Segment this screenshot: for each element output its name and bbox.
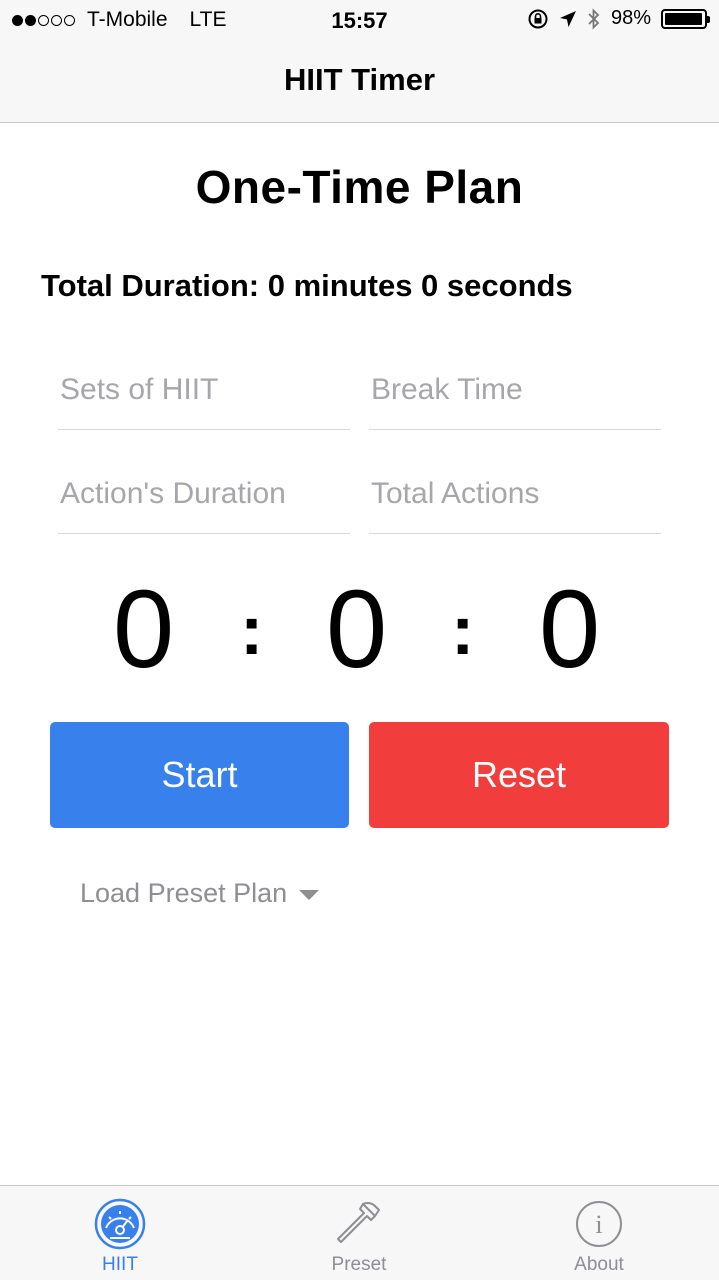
timer-digit-first: 0 [113,568,175,691]
timer-digit-third: 0 [539,568,601,691]
tab-label: About [574,1254,624,1275]
sets-of-hiit-input[interactable] [60,372,350,407]
tab-label: HIIT [102,1254,138,1275]
plan-title: One-Time Plan [195,161,524,213]
battery-fill [665,12,703,25]
total-actions-field[interactable] [369,454,661,534]
reset-button[interactable]: Reset [369,722,669,828]
timer-display: 0 : 0 : 0 [0,570,719,690]
total-duration-label: Total Duration: 0 minutes 0 seconds [41,268,573,303]
total-actions-input[interactable] [371,476,661,511]
status-right: 98% [527,7,710,30]
tab-bar: HIIT Preset i About [0,1185,719,1280]
page-title: HIIT Timer [283,62,436,97]
break-time-input[interactable] [371,372,661,407]
timer-separator: : [240,591,264,669]
hammer-icon [337,1201,380,1243]
tab-label: Preset [331,1254,387,1275]
action-duration-input[interactable] [60,476,350,511]
location-arrow-icon [559,10,576,27]
start-button[interactable]: Start [50,722,349,828]
battery-icon [661,8,710,29]
tab-preset[interactable]: Preset [239,1186,479,1280]
break-time-field[interactable] [369,350,661,430]
sets-of-hiit-field[interactable] [58,350,350,430]
rotation-lock-icon [528,9,548,28]
caret-down-icon [299,890,320,900]
tab-hiit[interactable]: HIIT [0,1186,240,1280]
svg-text:i: i [595,1210,602,1239]
load-preset-label: Load Preset Plan [80,878,288,908]
info-icon: i [576,1201,622,1247]
action-duration-field[interactable] [58,454,350,534]
battery-percent: 98% [610,7,651,29]
tab-about[interactable]: i About [479,1186,719,1280]
timer-digit-second: 0 [326,568,388,691]
timer-separator: : [451,591,475,669]
navigation-bar: HIIT Timer [0,40,719,123]
load-preset-dropdown[interactable]: Load Preset Plan [80,878,320,909]
bluetooth-icon [588,7,600,30]
status-bar: T-Mobile LTE 15:57 98% [0,0,719,40]
speedometer-icon [94,1198,146,1250]
